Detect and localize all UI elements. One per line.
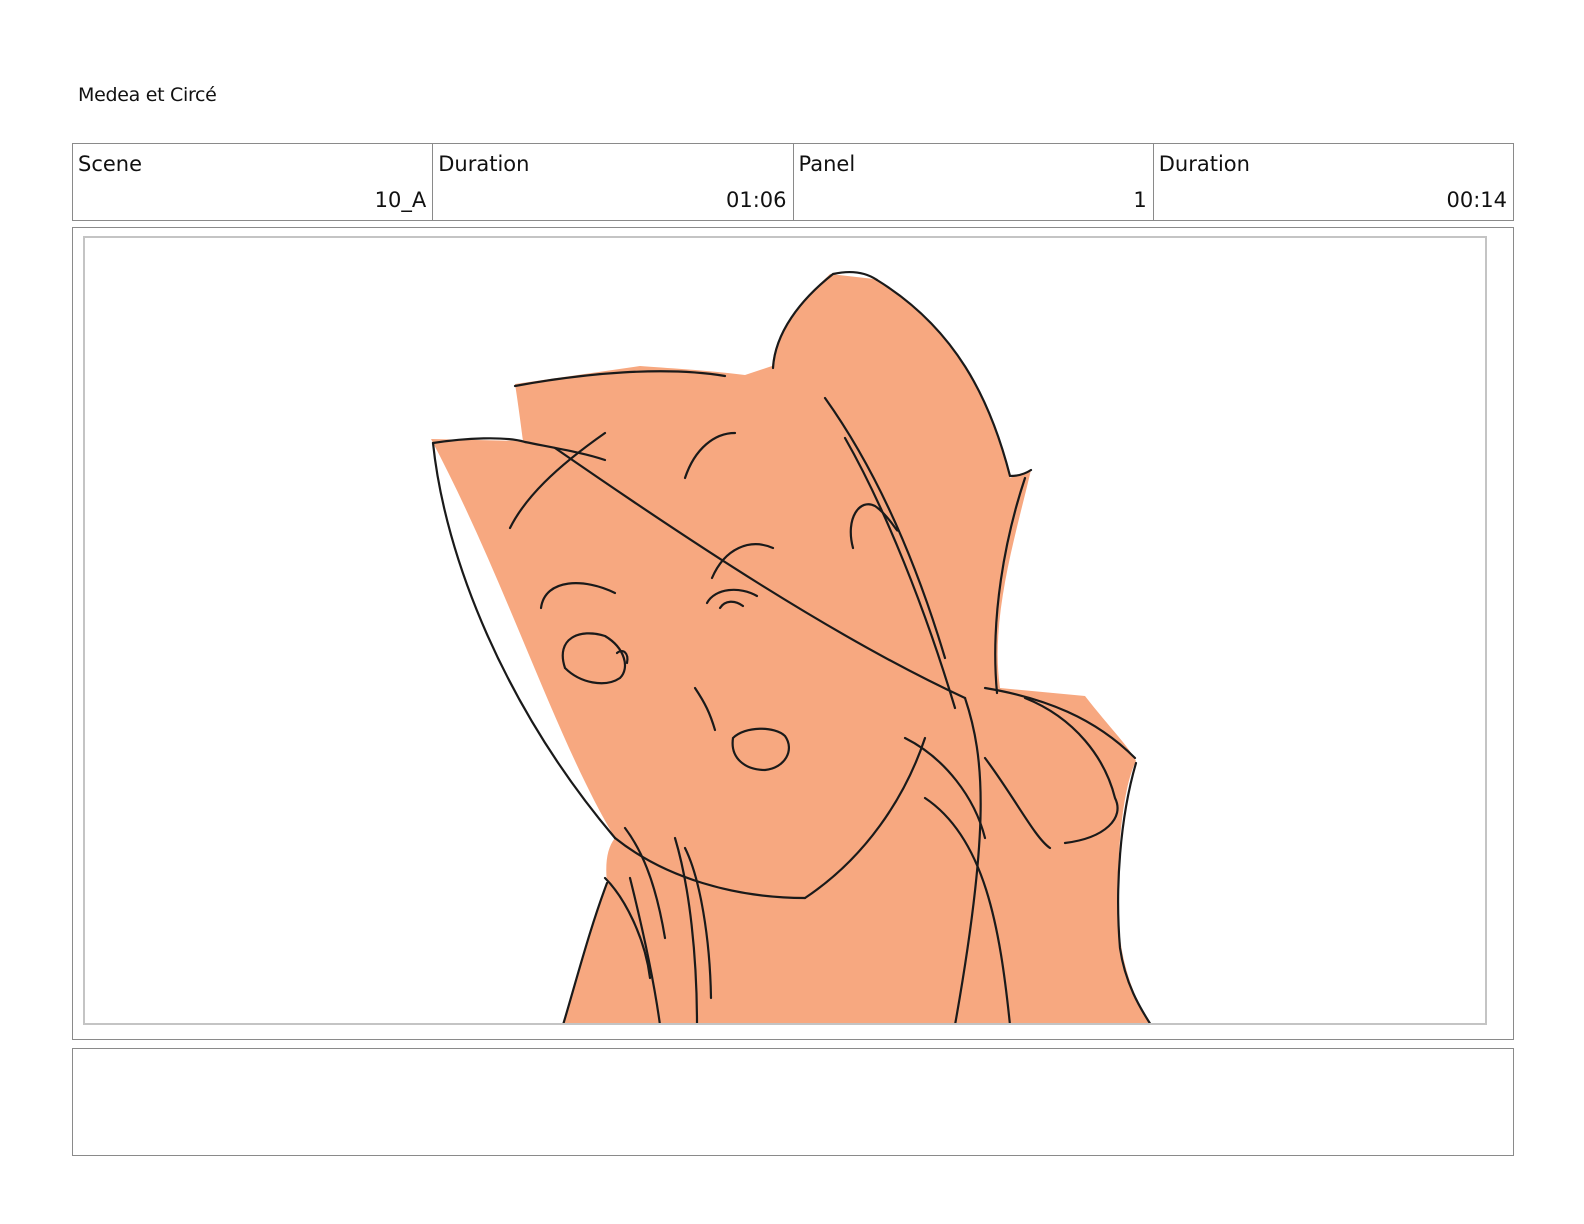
panel-cell: Panel 1 xyxy=(794,144,1154,220)
scene-cell: Scene 10_A xyxy=(73,144,434,220)
panel-duration-label: Duration xyxy=(1158,152,1250,176)
panel-label: Panel xyxy=(798,152,856,176)
character-fill-shape xyxy=(431,274,1150,1023)
storyboard-panel-frame xyxy=(72,227,1514,1040)
scene-duration-value: 01:06 xyxy=(725,188,787,212)
panel-duration-value: 00:14 xyxy=(1446,188,1507,212)
character-sketch xyxy=(431,271,1152,1023)
scene-info-table: Scene 10_A Duration 01:06 Panel 1 Durati… xyxy=(72,143,1514,221)
scene-duration-cell: Duration 01:06 xyxy=(433,144,794,220)
scene-label: Scene xyxy=(78,152,143,176)
scene-value: 10_A xyxy=(374,188,427,212)
document-title: Medea et Circé xyxy=(78,84,217,106)
storyboard-panel-image xyxy=(83,236,1487,1025)
panel-duration-cell: Duration 00:14 xyxy=(1154,144,1513,220)
panel-value: 1 xyxy=(1133,188,1147,212)
scene-duration-label: Duration xyxy=(438,152,530,176)
panel-notes-box xyxy=(72,1048,1514,1156)
